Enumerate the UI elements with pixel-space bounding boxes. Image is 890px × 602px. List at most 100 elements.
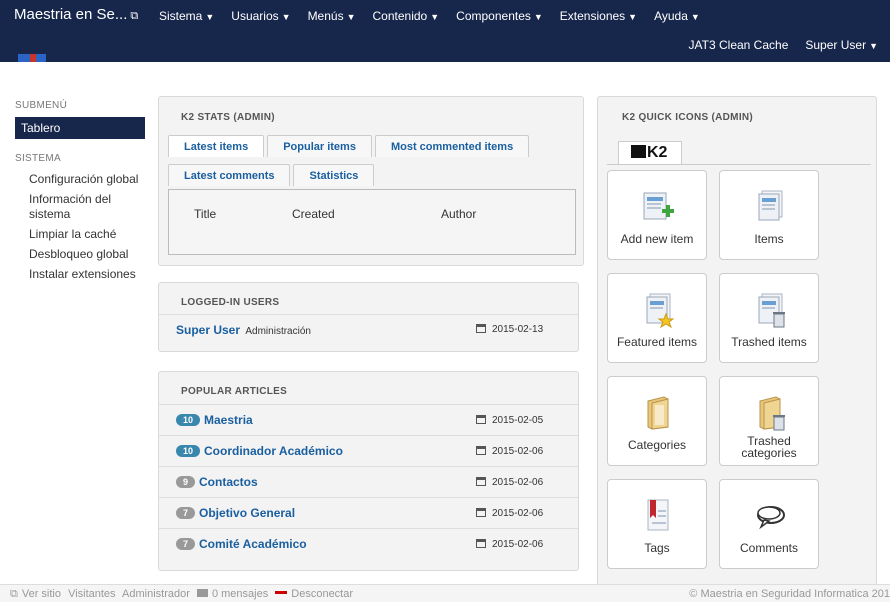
view-site-link[interactable]: Ver sitio (22, 588, 61, 600)
external-link-icon: ⧉ (130, 10, 139, 22)
visitors-link[interactable]: Visitantes (68, 588, 116, 600)
tab-popular-items[interactable]: Popular items (267, 135, 372, 157)
menu-label: Extensiones (559, 9, 626, 23)
quick-icon-label: Items (754, 232, 784, 246)
k2-quick-icons-title: K2 QUICK ICONS (ADMIN) (622, 112, 754, 123)
page-header-peek (0, 54, 890, 62)
user-menu-label: Super User (805, 38, 867, 52)
user-menu[interactable]: Super User ▼ (805, 38, 878, 52)
menu-menus[interactable]: Menús ▼ (308, 9, 356, 23)
caret-down-icon: ▼ (205, 12, 215, 22)
sidebar-heading-submenu: SUBMENÚ (15, 100, 68, 111)
k2-logo-text: K2 (647, 144, 668, 161)
article-date: 2015-02-06 (492, 539, 544, 550)
article-date: 2015-02-05 (492, 415, 544, 426)
menu-sistema[interactable]: Sistema ▼ (159, 9, 214, 23)
site-brand-link[interactable]: Maestria en Se... ⧉ (14, 6, 138, 23)
quick-icon-featured-items[interactable]: Featured items (607, 273, 707, 363)
article-link[interactable]: Comité Académico (199, 537, 307, 551)
quick-icon-trashed-categories[interactable]: Trashed categories (719, 376, 819, 466)
add-item-icon (643, 192, 674, 220)
tab-most-commented[interactable]: Most commented items (374, 135, 530, 157)
calendar-icon (476, 324, 486, 333)
copyright: © Maestria en Seguridad Informatica 201 (689, 588, 890, 600)
menu-extensiones[interactable]: Extensiones ▼ (560, 9, 637, 23)
caret-down-icon: ▼ (281, 12, 291, 22)
k2-logo: K2 (618, 141, 682, 165)
calendar-icon (476, 415, 486, 424)
caret-down-icon: ▼ (346, 12, 356, 22)
quick-icon-comments[interactable]: Comments (719, 479, 819, 569)
quick-icon-items[interactable]: Items (719, 170, 819, 260)
user-date: 2015-02-13 (492, 324, 544, 335)
jat3-clean-cache-link[interactable]: JAT3 Clean Cache (689, 38, 789, 52)
quick-icon-categories[interactable]: Categories (607, 376, 707, 466)
messages-link[interactable]: 0 mensajes (212, 588, 268, 600)
divider (607, 164, 871, 165)
article-link[interactable]: Coordinador Académico (204, 444, 343, 458)
menu-label: Menús (307, 9, 344, 23)
quick-icon-label: Featured items (616, 335, 698, 349)
table-row: 10 Maestria 2015-02-05 (159, 404, 578, 435)
mail-icon (196, 589, 208, 597)
sidebar-item-instalar[interactable]: Instalar extensiones (15, 265, 150, 285)
logout-link[interactable]: Desconectar (291, 588, 353, 600)
column-header-created: Created (292, 207, 335, 221)
site-brand-label: Maestria en Se... (14, 6, 128, 23)
menu-ayuda[interactable]: Ayuda ▼ (654, 9, 700, 23)
trashed-items-icon (758, 293, 785, 328)
calendar-icon (476, 539, 486, 548)
user-link[interactable]: Super User (176, 323, 240, 337)
admin-link[interactable]: Administrador (122, 588, 190, 600)
status-footer: ⧉ Ver sitio Visitantes Administrador 0 me… (0, 584, 890, 602)
sidebar: SUBMENÚ Tablero SISTEMA Configuración gl… (15, 100, 150, 285)
menu-label: Sistema (159, 9, 203, 23)
menu-contenido[interactable]: Contenido ▼ (373, 9, 440, 23)
quick-icon-label: Comments (739, 541, 798, 555)
quick-icon-trashed-items[interactable]: Trashed items (719, 273, 819, 363)
article-date: 2015-02-06 (492, 446, 544, 457)
logout-icon (275, 591, 288, 594)
sidebar-item-desbloqueo[interactable]: Desbloqueo global (15, 245, 150, 265)
column-header-author: Author (441, 207, 477, 221)
tab-latest-comments[interactable]: Latest comments (168, 164, 291, 186)
tab-statistics[interactable]: Statistics (293, 164, 375, 186)
caret-down-icon: ▼ (690, 12, 700, 22)
list-item: Super User Administración 2015-02-13 (159, 314, 578, 345)
sidebar-item-tablero[interactable]: Tablero (15, 117, 145, 139)
sidebar-item-informacion[interactable]: Información del sistema (15, 190, 150, 225)
hits-badge: 9 (176, 476, 196, 488)
items-icon (758, 190, 783, 221)
sidebar-item-configuracion[interactable]: Configuración global (15, 170, 150, 190)
quick-icon-add-new-item[interactable]: Add new item (607, 170, 707, 260)
article-link[interactable]: Maestria (204, 413, 253, 427)
popular-articles-panel: POPULAR ARTICLES 10 Maestria 2015-02-05 1… (158, 371, 579, 571)
featured-items-icon (646, 293, 674, 328)
categories-icon (647, 396, 669, 430)
table-row: 10 Coordinador Académico 2015-02-06 (159, 435, 578, 466)
k2-stats-panel: K2 STATS (ADMIN) Latest items Popular it… (158, 96, 584, 266)
menu-label: Ayuda (654, 9, 688, 23)
menu-usuarios[interactable]: Usuarios ▼ (231, 9, 290, 23)
tab-latest-items[interactable]: Latest items (168, 135, 265, 157)
menu-label: Componentes (456, 9, 531, 23)
quick-icon-label: Tags (644, 541, 670, 555)
column-header-title: Title (194, 207, 217, 221)
caret-down-icon: ▼ (533, 12, 543, 22)
calendar-icon (476, 477, 486, 486)
sidebar-item-limpiar-cache[interactable]: Limpiar la caché (15, 225, 150, 245)
article-link[interactable]: Contactos (199, 475, 258, 489)
logged-in-users-panel: LOGGED-IN USERS Super User Administració… (158, 282, 579, 352)
menu-componentes[interactable]: Componentes ▼ (456, 9, 543, 23)
comments-icon (757, 506, 785, 530)
hits-badge: 7 (176, 507, 196, 519)
quick-icon-label: Add new item (620, 232, 694, 246)
k2-quick-icons-panel: K2 QUICK ICONS (ADMIN) K2 Add new item I… (597, 96, 877, 586)
k2-flag-icon (631, 145, 646, 158)
article-link[interactable]: Objetivo General (199, 506, 295, 520)
quick-icon-tags[interactable]: Tags (607, 479, 707, 569)
article-date: 2015-02-06 (492, 508, 544, 519)
table-row: 7 Comité Académico 2015-02-06 (159, 528, 578, 559)
user-role: Administración (245, 326, 311, 337)
hits-badge: 10 (176, 445, 201, 457)
